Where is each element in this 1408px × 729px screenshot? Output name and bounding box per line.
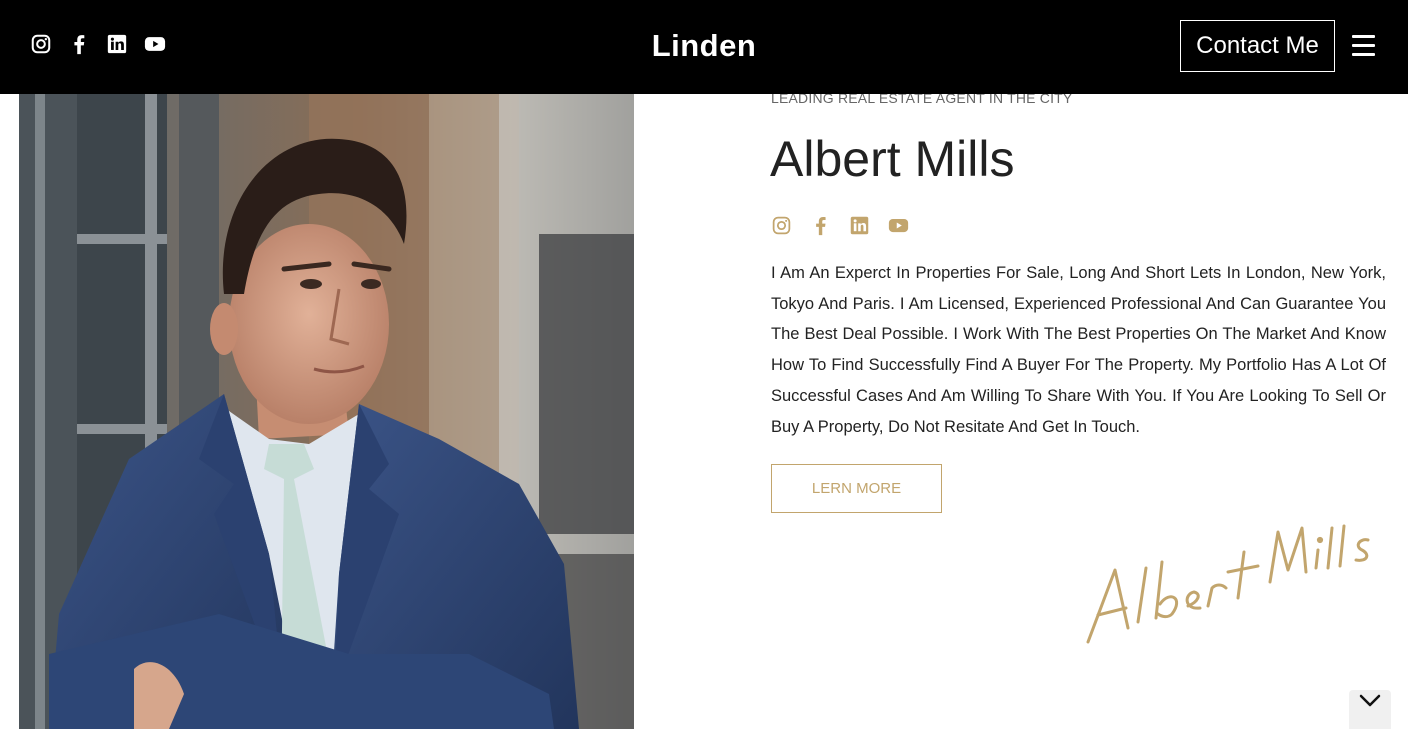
instagram-icon[interactable] bbox=[770, 214, 792, 236]
facebook-icon[interactable] bbox=[809, 214, 831, 236]
hamburger-icon[interactable] bbox=[1352, 35, 1376, 57]
learn-more-button[interactable]: LERN MORE bbox=[771, 464, 942, 513]
agent-signature bbox=[1080, 510, 1390, 650]
contact-me-button[interactable]: Contact Me bbox=[1180, 20, 1335, 72]
hero-social-links bbox=[770, 214, 909, 236]
linkedin-icon[interactable] bbox=[848, 214, 870, 236]
scroll-down-button[interactable] bbox=[1349, 690, 1391, 729]
agent-portrait-photo bbox=[19, 94, 634, 729]
youtube-icon[interactable] bbox=[887, 214, 909, 236]
agent-name-heading: Albert Mills bbox=[770, 131, 1015, 187]
agent-bio-paragraph: I Am An Experct In Properties For Sale, … bbox=[771, 264, 1386, 436]
chevron-down-icon bbox=[1359, 694, 1381, 707]
site-header: Linden Contact Me bbox=[0, 0, 1408, 94]
